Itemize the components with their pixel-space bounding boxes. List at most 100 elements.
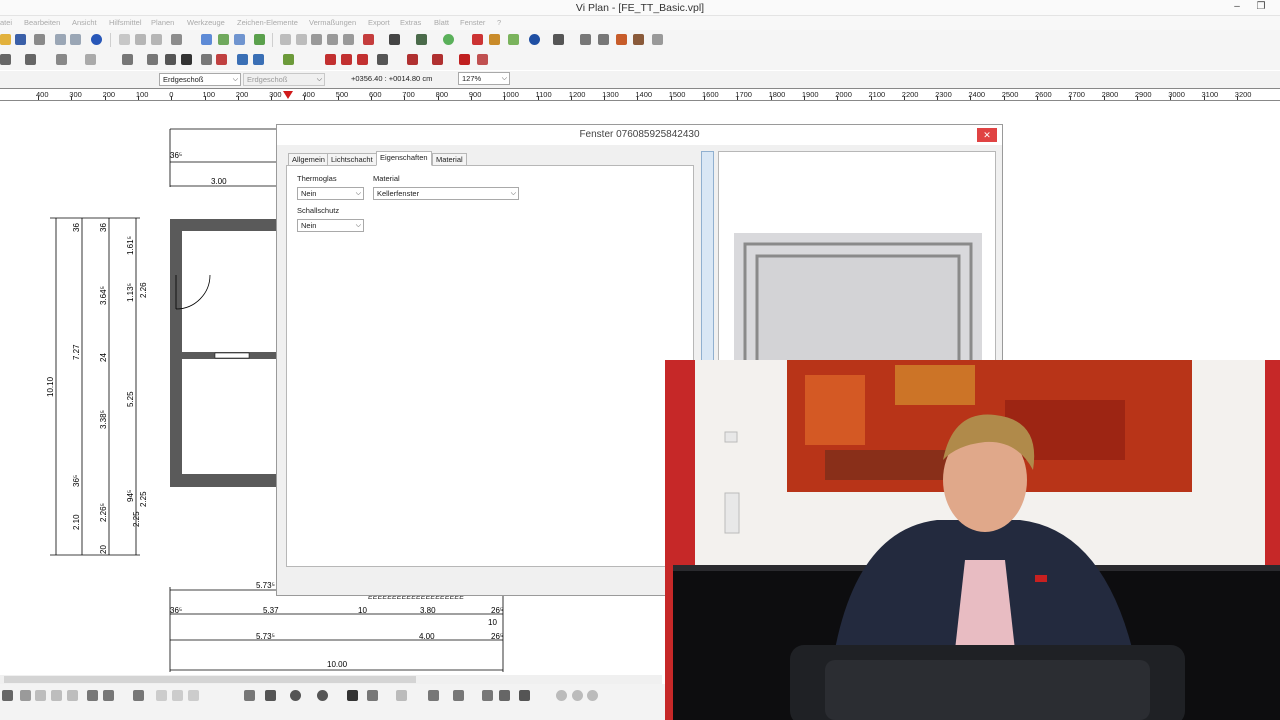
material-select[interactable]: Kellerfenster ⌵ — [373, 187, 519, 200]
delete-icon[interactable] — [472, 34, 483, 45]
print-icon[interactable] — [34, 34, 45, 45]
roof-icon[interactable] — [416, 34, 427, 45]
menu-vermassungen[interactable]: Vermaßungen — [309, 18, 356, 27]
add-icon[interactable] — [443, 34, 454, 45]
copy-tool-icon[interactable] — [35, 690, 46, 701]
calc-icon[interactable] — [508, 34, 519, 45]
menu-help[interactable]: ? — [497, 18, 501, 27]
text-tool-icon[interactable] — [347, 690, 358, 701]
restore-button[interactable]: ❐ — [1250, 0, 1272, 16]
render-icon[interactable] — [616, 34, 627, 45]
symbol-icon[interactable] — [253, 54, 264, 65]
layout-icon[interactable] — [280, 34, 291, 45]
extend-tool-icon[interactable] — [103, 690, 114, 701]
undo-icon[interactable] — [477, 54, 488, 65]
scale-tool-icon[interactable] — [172, 690, 183, 701]
floor-icon[interactable] — [56, 54, 67, 65]
open-icon[interactable] — [0, 34, 11, 45]
dimension-tool-icon[interactable] — [428, 690, 439, 701]
layer-3-icon[interactable] — [587, 690, 598, 701]
menu-export[interactable]: Export — [368, 18, 390, 27]
rect-select-icon[interactable] — [20, 690, 31, 701]
menu-hilfsmittel[interactable]: Hilfsmittel — [109, 18, 142, 27]
object-icon[interactable] — [216, 54, 227, 65]
door-icon[interactable] — [389, 34, 400, 45]
select-tool-icon[interactable] — [2, 690, 13, 701]
pan-hand-icon[interactable] — [171, 34, 182, 45]
horizontal-scrollbar[interactable] — [0, 675, 662, 684]
zoom-select[interactable]: 127% ⌵ — [458, 72, 510, 85]
rotate-tool-icon[interactable] — [67, 690, 78, 701]
menu-bearbeiten[interactable]: Bearbeiten — [24, 18, 60, 27]
text-cursor-icon[interactable] — [181, 54, 192, 65]
chain-dim-icon[interactable] — [482, 690, 493, 701]
s-icon[interactable] — [327, 34, 338, 45]
select-icon[interactable] — [201, 34, 212, 45]
layer-2-icon[interactable] — [572, 690, 583, 701]
tab-eigenschaften[interactable]: Eigenschaften — [376, 151, 432, 166]
scrollbar-thumb[interactable] — [4, 676, 416, 683]
tools-icon[interactable] — [553, 34, 564, 45]
schallschutz-select[interactable]: Nein ⌵ — [297, 219, 364, 232]
mirror-tool-icon[interactable] — [133, 690, 144, 701]
zoom-icon[interactable] — [151, 34, 162, 45]
zoom-window-icon[interactable] — [135, 34, 146, 45]
menu-blatt[interactable]: Blatt — [434, 18, 449, 27]
view-icon[interactable] — [85, 54, 96, 65]
offset-tool-icon[interactable] — [156, 690, 167, 701]
euro-icon[interactable] — [529, 34, 540, 45]
layer-icon[interactable] — [556, 690, 567, 701]
layout-2-icon[interactable] — [296, 34, 307, 45]
menu-extras[interactable]: Extras — [400, 18, 421, 27]
door-tool-icon[interactable] — [341, 54, 352, 65]
dialog-close-button[interactable]: ✕ — [977, 128, 997, 142]
page-icon[interactable] — [119, 34, 130, 45]
paste-icon[interactable] — [70, 34, 81, 45]
floor-select[interactable]: Erdgeschoß ⌵ — [159, 73, 241, 86]
cloud-icon[interactable] — [407, 54, 418, 65]
minimize-button[interactable]: – — [1226, 0, 1248, 16]
move-tool-icon[interactable] — [51, 690, 62, 701]
clipboard-icon[interactable] — [244, 690, 255, 701]
copy-icon[interactable] — [55, 34, 66, 45]
bold-icon[interactable] — [311, 34, 322, 45]
menu-werkzeuge[interactable]: Werkzeuge — [187, 18, 225, 27]
room-tool-icon[interactable] — [357, 54, 368, 65]
thermoglas-select[interactable]: Nein ⌵ — [297, 187, 364, 200]
home-icon[interactable] — [0, 54, 11, 65]
window-tool-icon[interactable] — [325, 54, 336, 65]
horizontal-ruler[interactable]: 400 300 200 100 0 100 200 300 400 500 600 700 800 900… — [0, 88, 1280, 101]
menu-fenster[interactable]: Fenster — [460, 18, 485, 27]
floor-select-secondary[interactable]: Erdgeschoß ⌵ — [243, 73, 325, 86]
stair-icon[interactable] — [147, 54, 158, 65]
menu-ansicht[interactable]: Ansicht — [72, 18, 97, 27]
block-tool-icon[interactable] — [499, 690, 510, 701]
splitter-scrollbar[interactable] — [701, 151, 714, 391]
furniture-icon[interactable] — [237, 54, 248, 65]
angle-tool-icon[interactable] — [453, 690, 464, 701]
circle-tool-icon[interactable] — [290, 690, 301, 701]
pen-icon[interactable] — [580, 34, 591, 45]
fill-icon[interactable] — [432, 54, 443, 65]
settings-tool-icon[interactable] — [519, 690, 530, 701]
image-icon[interactable] — [633, 34, 644, 45]
measure-icon[interactable] — [489, 34, 500, 45]
help-icon[interactable] — [652, 34, 663, 45]
menu-planen[interactable]: Planen — [151, 18, 174, 27]
column-icon[interactable] — [122, 54, 133, 65]
brush-icon[interactable] — [598, 34, 609, 45]
save-icon[interactable] — [15, 34, 26, 45]
arrow-icon[interactable] — [377, 54, 388, 65]
trim-tool-icon[interactable] — [87, 690, 98, 701]
beam-icon[interactable] — [165, 54, 176, 65]
wall-icon[interactable] — [363, 34, 374, 45]
hatch-icon[interactable] — [201, 54, 212, 65]
terrain-icon[interactable] — [283, 54, 294, 65]
menu-zeichen-elemente[interactable]: Zeichen-Elemente — [237, 18, 298, 27]
r-icon[interactable] — [343, 34, 354, 45]
marker-icon[interactable] — [459, 54, 470, 65]
check-icon[interactable] — [254, 34, 265, 45]
menu-datei[interactable]: atei — [0, 18, 12, 27]
grid-icon[interactable] — [234, 34, 245, 45]
hatch-tool-icon[interactable] — [396, 690, 407, 701]
